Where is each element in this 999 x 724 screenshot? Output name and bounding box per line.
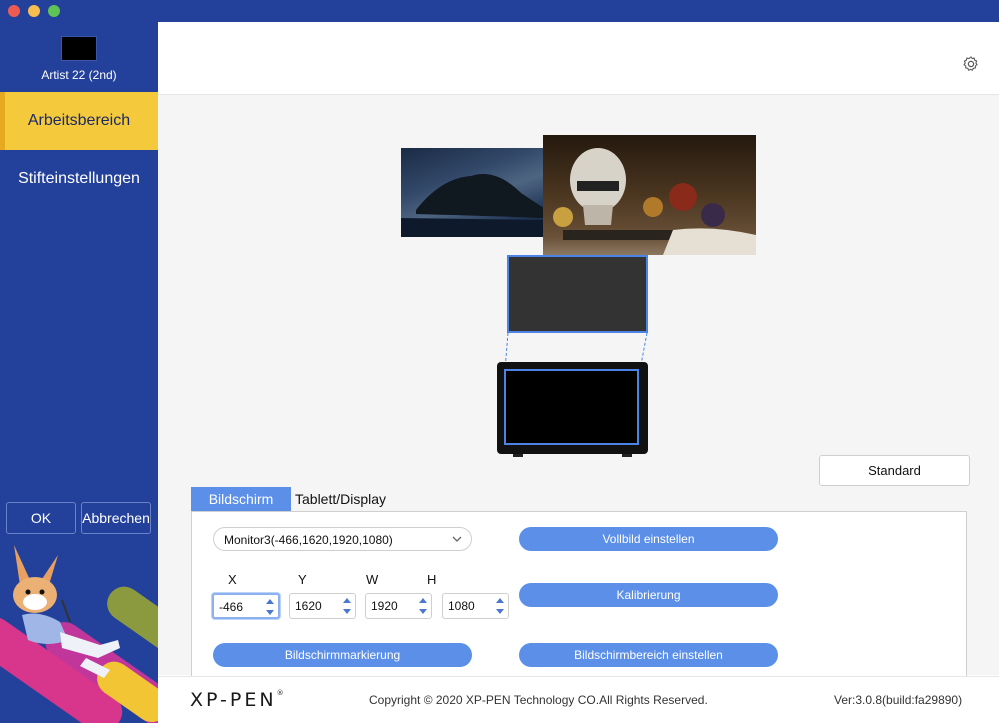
x-input[interactable] <box>219 599 263 615</box>
sidebar: Artist 22 (2nd) Arbeitsbereich Stifteins… <box>0 0 158 723</box>
calibration-button[interactable]: Kalibrierung <box>519 583 778 607</box>
sidebar-item-stifteinstellungen[interactable]: Stifteinstellungen <box>0 150 158 208</box>
close-window-button[interactable] <box>8 5 20 17</box>
w-stepper[interactable] <box>365 593 432 619</box>
ok-button[interactable]: OK <box>6 502 76 534</box>
w-increment-icon[interactable] <box>419 598 427 603</box>
y-increment-icon[interactable] <box>343 598 351 603</box>
x-increment-icon[interactable] <box>266 599 274 604</box>
h-input[interactable] <box>448 598 492 614</box>
device-icon[interactable] <box>61 36 97 61</box>
w-input[interactable] <box>371 598 415 614</box>
xp-pen-logo: XP-PEN® <box>190 689 284 711</box>
logo-registered-mark: ® <box>276 689 284 697</box>
minimize-window-button[interactable] <box>28 5 40 17</box>
mascot-illustration <box>0 540 158 723</box>
h-decrement-icon[interactable] <box>496 609 504 614</box>
chevron-down-icon <box>452 536 462 542</box>
y-input[interactable] <box>295 598 339 614</box>
monitor-2-preview[interactable] <box>543 135 756 255</box>
h-increment-icon[interactable] <box>496 598 504 603</box>
active-area-preview[interactable] <box>504 369 639 445</box>
title-bar <box>0 0 999 22</box>
zoom-window-button[interactable] <box>48 5 60 17</box>
screen-area-button[interactable]: Bildschirmbereich einstellen <box>519 643 778 667</box>
logo-text: XP-PEN <box>190 689 277 711</box>
monitor-1-preview[interactable] <box>401 148 544 237</box>
device-name: Artist 22 (2nd) <box>41 68 117 82</box>
monitor-select[interactable]: Monitor3(-466,1620,1920,1080) <box>213 527 472 551</box>
w-label: W <box>366 572 379 587</box>
gear-icon[interactable] <box>962 55 980 73</box>
tab-tablett-display[interactable]: Tablett/Display <box>295 487 386 511</box>
tab-bildschirm[interactable]: Bildschirm <box>191 487 291 511</box>
h-label: H <box>427 572 437 587</box>
sidebar-item-arbeitsbereich[interactable]: Arbeitsbereich <box>0 92 158 150</box>
x-stepper[interactable] <box>212 593 280 619</box>
y-label: Y <box>298 572 307 587</box>
h-stepper[interactable] <box>442 593 509 619</box>
y-decrement-icon[interactable] <box>343 609 351 614</box>
version-text: Ver:3.0.8(build:fa29890) <box>834 693 963 707</box>
fullscreen-button[interactable]: Vollbild einstellen <box>519 527 778 551</box>
monitor-3-preview-selected[interactable] <box>507 255 648 333</box>
header-bar <box>158 22 999 95</box>
y-stepper[interactable] <box>289 593 356 619</box>
screen-mark-button[interactable]: Bildschirmmarkierung <box>213 643 472 667</box>
w-decrement-icon[interactable] <box>419 609 427 614</box>
monitor-select-value: Monitor3(-466,1620,1920,1080) <box>224 533 393 547</box>
standard-button[interactable]: Standard <box>819 455 970 486</box>
copyright-text: Copyright © 2020 XP-PEN Technology CO.Al… <box>369 693 708 707</box>
cancel-button[interactable]: Abbrechen <box>81 502 151 534</box>
x-decrement-icon[interactable] <box>266 610 274 615</box>
x-label: X <box>228 572 237 587</box>
